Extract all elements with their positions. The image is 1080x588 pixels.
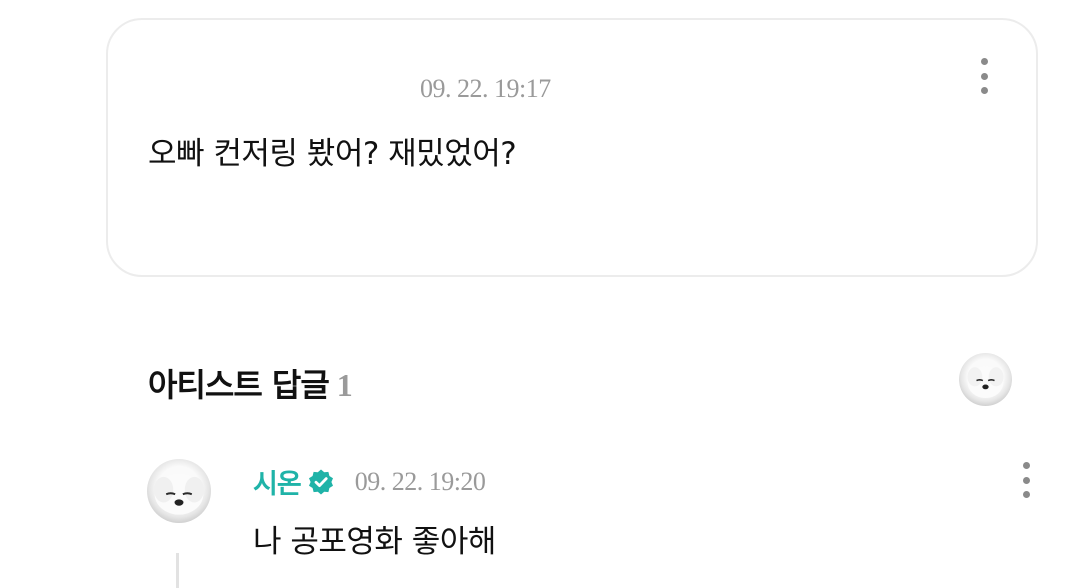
reply-more-icon[interactable] (1016, 462, 1036, 498)
artist-replies-count: 1 (336, 367, 353, 403)
verified-badge-icon (308, 469, 333, 494)
fan-letter-page: 09. 22. 19:17 오빠 컨저링 봤어? 재밌었어? 아티스트 답글1 (0, 0, 1080, 588)
post-timestamp: 09. 22. 19:17 (420, 74, 551, 103)
original-post-card: 09. 22. 19:17 오빠 컨저링 봤어? 재밌었어? (106, 18, 1038, 277)
reply-header: 시온 09. 22. 19:20 (253, 462, 486, 501)
reply-avatar-icon[interactable] (147, 459, 211, 523)
artist-replies-title: 아티스트 답글 (148, 366, 330, 404)
reply-timestamp: 09. 22. 19:20 (354, 466, 486, 496)
reply-author-name[interactable]: 시온 (253, 462, 302, 501)
reply-text: 나 공포영화 좋아해 (253, 524, 496, 560)
post-author-hidden (212, 88, 402, 102)
post-more-icon[interactable] (974, 58, 994, 94)
post-text: 오빠 컨저링 봤어? 재밌었어? (148, 136, 517, 172)
thread-line (176, 553, 179, 588)
artist-avatar-icon[interactable] (959, 353, 1012, 406)
artist-replies-heading: 아티스트 답글 1 (148, 360, 353, 406)
